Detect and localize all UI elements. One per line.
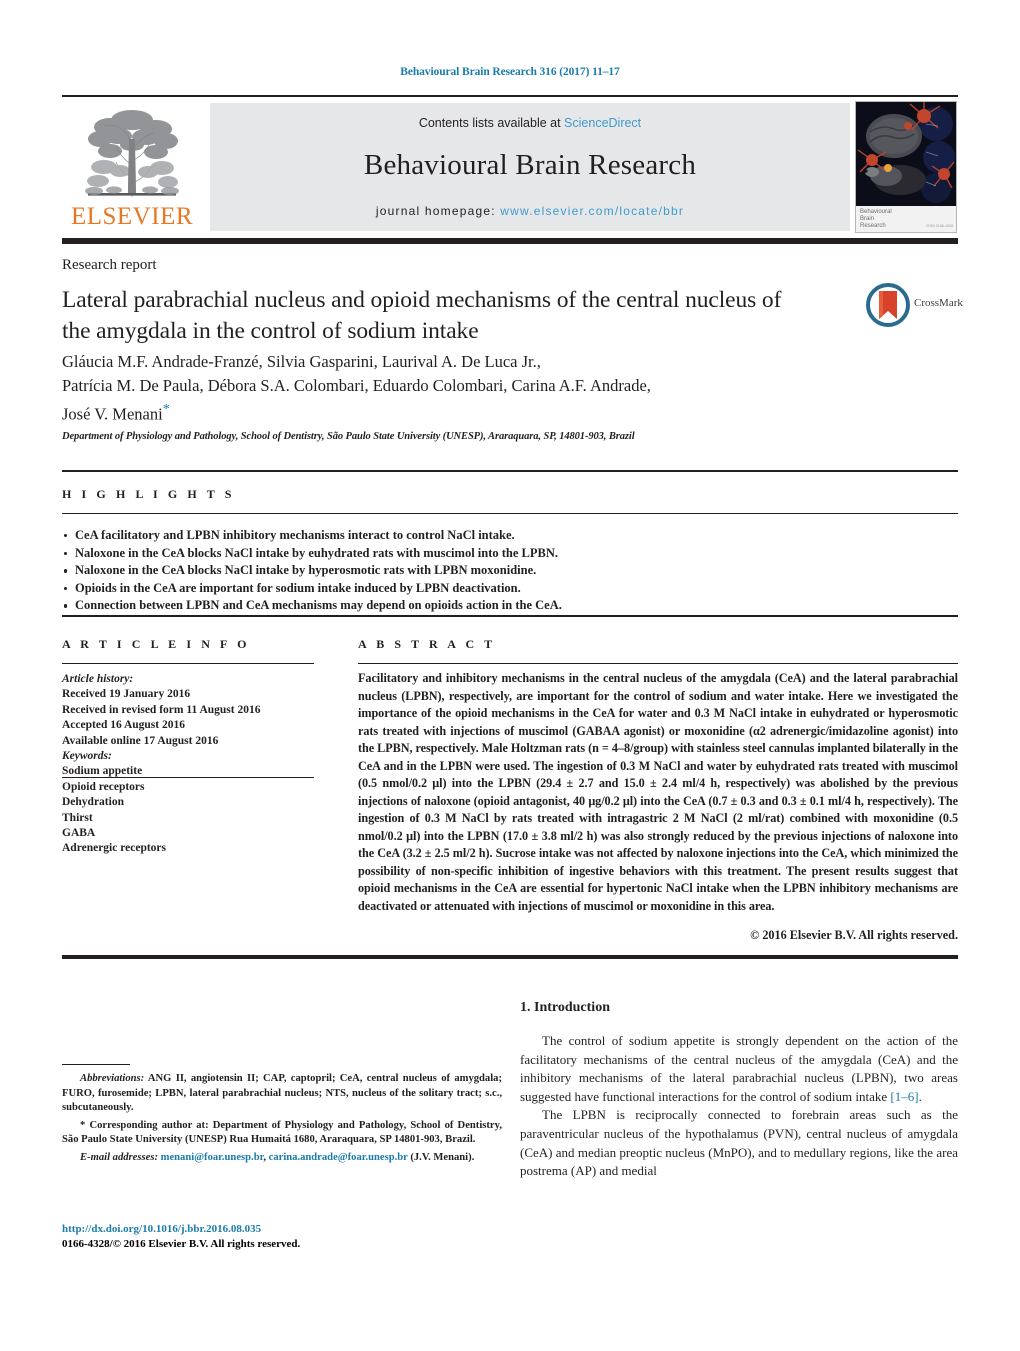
journal-title: Behavioural Brain Research bbox=[363, 149, 697, 181]
introduction-heading: 1. Introduction bbox=[520, 1000, 610, 1015]
highlights-heading: H I G H L I G H T S bbox=[62, 487, 235, 501]
journal-masthead: ELSEVIER Contents lists available at Sci… bbox=[62, 95, 958, 244]
article-history-block: Article history: Received 19 January 201… bbox=[62, 672, 314, 749]
rule-between-history-and-keywords bbox=[62, 777, 314, 778]
masthead-center-panel: Contents lists available at ScienceDirec… bbox=[210, 103, 850, 231]
intro-p1-text-b: . bbox=[918, 1088, 922, 1104]
email-addresses-label: E-mail addresses: bbox=[80, 1151, 158, 1163]
highlight-item: CeA facilitatory and LPBN inhibitory mec… bbox=[62, 527, 942, 545]
email-owner: (J.V. Menani). bbox=[410, 1151, 475, 1163]
corresponding-author-marker: * bbox=[162, 402, 170, 417]
article-history-item: Received 19 January 2016 bbox=[62, 688, 191, 701]
contents-available-line: Contents lists available at ScienceDirec… bbox=[210, 116, 850, 130]
corresponding-author-footnote: * Corresponding author at: Department of… bbox=[62, 1119, 502, 1148]
journal-cover-caption: Behavioural Brain Research ISSN 0166-432… bbox=[856, 206, 956, 232]
keyword-item: Thirst bbox=[62, 811, 93, 824]
footnote-block: Abbreviations: ANG II, angiotensin II; C… bbox=[62, 1072, 502, 1169]
abstract-copyright: © 2016 Elsevier B.V. All rights reserved… bbox=[750, 928, 958, 942]
highlight-item: Connection between LPBN and CeA mechanis… bbox=[62, 597, 942, 615]
keyword-item: Dehydration bbox=[62, 796, 124, 809]
journal-article-page: Behavioural Brain Research 316 (2017) 11… bbox=[0, 0, 1020, 1351]
rule-under-abstract-heading bbox=[358, 663, 958, 664]
highlights-list: CeA facilitatory and LPBN inhibitory mec… bbox=[62, 527, 942, 615]
keywords-label: Keywords: bbox=[62, 750, 112, 763]
journal-homepage-line: journal homepage: www.elsevier.com/locat… bbox=[210, 204, 850, 218]
journal-homepage-link[interactable]: www.elsevier.com/locate/bbr bbox=[500, 204, 684, 218]
abstract-heading: A B S T R A C T bbox=[358, 637, 496, 651]
masthead-bottom-rule bbox=[62, 238, 958, 244]
email-footnote: E-mail addresses: menani@foar.unesp.br, … bbox=[62, 1151, 502, 1166]
highlight-item: Naloxone in the CeA blocks NaCl intake b… bbox=[62, 562, 942, 580]
article-history-item: Available online 17 August 2016 bbox=[62, 734, 219, 747]
author-list: Gláucia M.F. Andrade-Franzé, Silvia Gasp… bbox=[62, 350, 862, 427]
article-history-item: Accepted 16 August 2016 bbox=[62, 719, 185, 732]
keywords-block: Keywords: Sodium appetite Opioid recepto… bbox=[62, 749, 314, 857]
doi-block: http://dx.doi.org/10.1016/j.bbr.2016.08.… bbox=[62, 1222, 502, 1252]
author-line-3: José V. Menani* bbox=[62, 398, 862, 427]
keyword-item: GABA bbox=[62, 827, 96, 840]
email-link-secondary[interactable]: carina.andrade@foar.unesp.br bbox=[269, 1152, 408, 1163]
elsevier-tree-svg bbox=[85, 110, 179, 197]
article-history-label: Article history: bbox=[62, 673, 134, 685]
abbreviations-footnote: Abbreviations: ANG II, angiotensin II; C… bbox=[62, 1072, 502, 1116]
author-affiliation: Department of Physiology and Pathology, … bbox=[62, 431, 635, 442]
journal-cover-art bbox=[856, 102, 956, 206]
masthead-top-rule bbox=[62, 95, 958, 97]
sciencedirect-link[interactable]: ScienceDirect bbox=[564, 116, 641, 130]
journal-cover-thumbnail: Behavioural Brain Research ISSN 0166-432… bbox=[855, 101, 957, 233]
abstract-text: Facilitatory and inhibitory mechanisms i… bbox=[358, 671, 958, 913]
article-info-heading: A R T I C L E I N F O bbox=[62, 637, 251, 651]
introduction-paragraph-1: The control of sodium appetite is strong… bbox=[520, 1032, 958, 1106]
author-line-1: Gláucia M.F. Andrade-Franzé, Silvia Gasp… bbox=[62, 352, 541, 371]
doi-link[interactable]: http://dx.doi.org/10.1016/j.bbr.2016.08.… bbox=[62, 1222, 502, 1237]
article-history-item: Received in revised form 11 August 2016 bbox=[62, 703, 261, 716]
author-line-2: Patrícia M. De Paula, Débora S.A. Colomb… bbox=[62, 376, 651, 395]
cover-artwork-svg bbox=[856, 102, 956, 206]
issn-copyright-line: 0166-4328/© 2016 Elsevier B.V. All right… bbox=[62, 1238, 301, 1250]
introduction-column: 1. Introduction The control of sodium ap… bbox=[520, 1000, 958, 1181]
crossmark-label: CrossMark bbox=[914, 297, 963, 309]
rule-above-article-info bbox=[62, 615, 958, 617]
crossmark-badge-group[interactable]: CrossMark bbox=[866, 283, 963, 329]
highlight-item: Naloxone in the CeA blocks NaCl intake b… bbox=[62, 545, 942, 563]
author-line-3-names: José V. Menani bbox=[62, 404, 163, 424]
rule-under-highlights-heading bbox=[62, 513, 958, 514]
article-info-body: Article history: Received 19 January 201… bbox=[62, 672, 314, 857]
keyword-item: Opioid receptors bbox=[62, 780, 145, 793]
rule-below-abstract bbox=[62, 955, 958, 959]
running-head: Behavioural Brain Research 316 (2017) 11… bbox=[400, 66, 620, 78]
elsevier-wordmark: ELSEVIER bbox=[70, 203, 194, 230]
cover-issn: ISSN 0166-4328 bbox=[926, 223, 953, 228]
highlight-item: Opioids in the CeA are important for sod… bbox=[62, 580, 942, 598]
elsevier-tree-icon bbox=[80, 105, 184, 201]
contents-prefix: Contents lists available at bbox=[418, 116, 565, 130]
article-type-label: Research report bbox=[62, 257, 157, 273]
crossmark-icon[interactable] bbox=[866, 283, 910, 327]
rule-under-article-info-heading bbox=[62, 663, 314, 664]
footnote-separator-rule bbox=[62, 1064, 130, 1065]
crossmark-icon-svg bbox=[866, 283, 910, 327]
cover-caption-line1: Behavioural bbox=[860, 209, 892, 215]
introduction-paragraph-2: The LPBN is reciprocally connected to fo… bbox=[520, 1107, 958, 1179]
homepage-prefix: journal homepage: bbox=[375, 204, 501, 218]
corresponding-footnote-text: Corresponding author at: Department of P… bbox=[62, 1119, 502, 1146]
rule-above-highlights bbox=[62, 470, 958, 472]
citation-ref-1-6[interactable]: [1–6] bbox=[890, 1089, 918, 1104]
article-title: Lateral parabrachial nucleus and opioid … bbox=[62, 287, 782, 344]
keyword-item: Adrenergic receptors bbox=[62, 842, 166, 855]
abbreviations-label: Abbreviations: bbox=[80, 1073, 145, 1084]
elsevier-logo: ELSEVIER bbox=[66, 103, 198, 231]
email-link-primary[interactable]: menani@foar.unesp.br bbox=[161, 1152, 264, 1163]
